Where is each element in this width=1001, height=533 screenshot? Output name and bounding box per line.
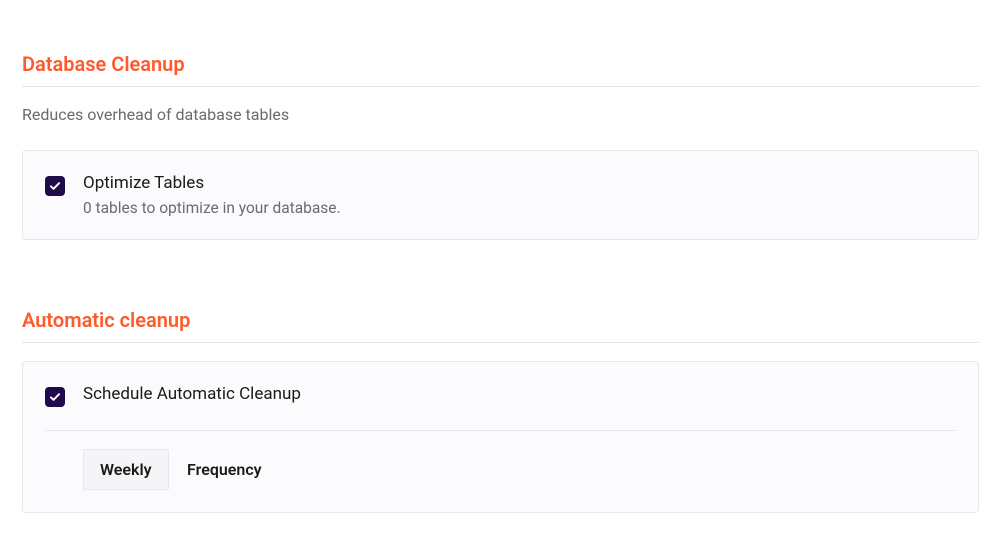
frequency-label: Frequency xyxy=(187,460,262,479)
schedule-cleanup-label: Schedule Automatic Cleanup xyxy=(83,384,956,404)
schedule-cleanup-checkbox[interactable] xyxy=(45,387,65,407)
section-divider xyxy=(22,86,979,87)
optimize-tables-label: Optimize Tables xyxy=(83,173,956,193)
panel-inner-divider xyxy=(45,430,956,431)
frequency-row: Weekly Frequency xyxy=(83,449,956,490)
database-cleanup-description: Reduces overhead of database tables xyxy=(22,105,979,124)
frequency-select[interactable]: Weekly xyxy=(83,449,169,490)
schedule-cleanup-row: Schedule Automatic Cleanup xyxy=(45,384,956,410)
optimize-tables-checkbox[interactable] xyxy=(45,176,65,196)
automatic-cleanup-title: Automatic cleanup xyxy=(22,308,979,332)
database-cleanup-title: Database Cleanup xyxy=(22,52,979,76)
optimize-tables-row: Optimize Tables 0 tables to optimize in … xyxy=(45,173,956,217)
optimize-tables-sub: 0 tables to optimize in your database. xyxy=(83,199,956,217)
automatic-cleanup-panel: Schedule Automatic Cleanup Weekly Freque… xyxy=(22,361,979,513)
check-icon xyxy=(49,391,62,404)
check-icon xyxy=(49,180,62,193)
section-divider xyxy=(22,342,979,343)
optimize-tables-panel: Optimize Tables 0 tables to optimize in … xyxy=(22,150,979,240)
